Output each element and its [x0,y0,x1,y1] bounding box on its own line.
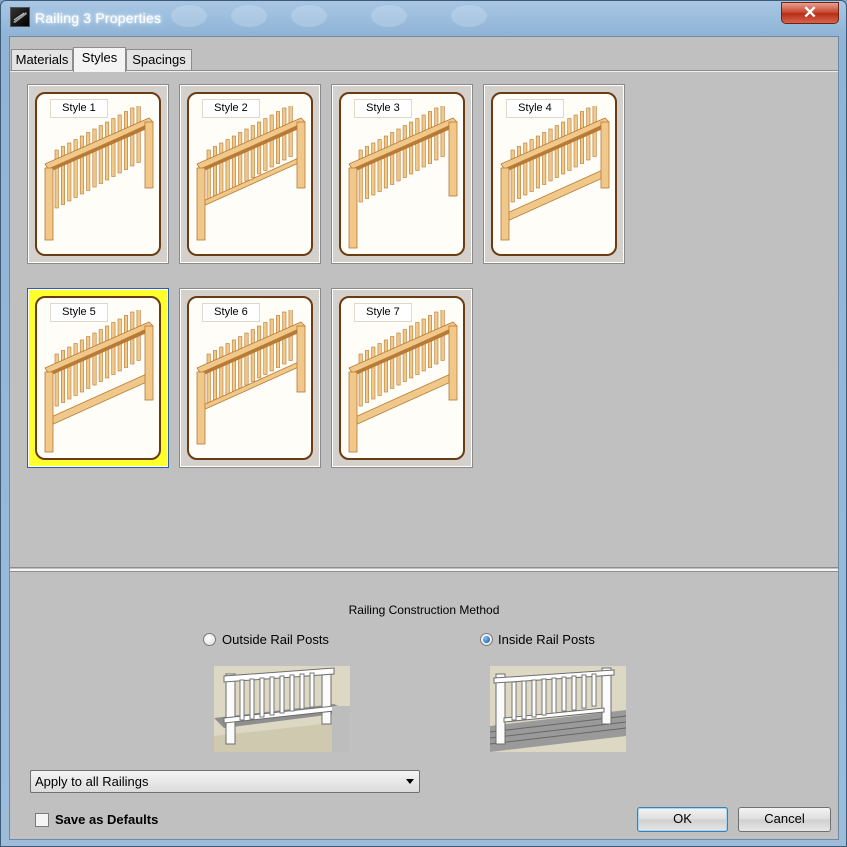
window-title: Railing 3 Properties [35,10,162,26]
style-tile-2[interactable]: Style 2 [179,84,321,264]
style-tile-3[interactable]: Style 3 [331,84,473,264]
tab-spacings[interactable]: Spacings [126,49,192,71]
style-label: Style 6 [202,303,260,322]
railing-style-illustration [196,310,306,445]
style-tile-7[interactable]: Style 7 [331,288,473,468]
dialog-client-area: Materials Styles Spacings Style 1 Style 2… [9,36,839,840]
railing-style-illustration [348,106,458,249]
style-card: Style 3 [339,92,465,256]
railing-style-illustration [44,106,154,241]
style-card: Style 6 [187,296,313,460]
style-label: Style 1 [50,99,108,118]
style-label: Style 7 [354,303,412,322]
style-tile-1[interactable]: Style 1 [27,84,169,264]
title-bar[interactable]: Railing 3 Properties ✕ [1,1,846,35]
chevron-down-icon [406,779,414,784]
outside-rail-posts-radio[interactable] [203,633,216,646]
style-label: Style 4 [506,99,564,118]
section-divider [10,567,838,568]
save-defaults-label[interactable]: Save as Defaults [55,812,158,827]
railing-style-illustration [348,310,458,453]
ok-button[interactable]: OK [637,807,728,832]
style-label: Style 3 [354,99,412,118]
inside-rail-posts-radio[interactable] [480,633,493,646]
outside-rail-posts-preview-image [214,666,350,752]
style-card: Style 7 [339,296,465,460]
style-tile-5[interactable]: Style 5 [27,288,169,468]
style-card: Style 4 [491,92,617,256]
style-tile-4[interactable]: Style 4 [483,84,625,264]
inside-rail-posts-preview-image [490,666,626,752]
app-icon [10,7,30,27]
tab-divider-highlight [10,71,838,72]
tab-materials[interactable]: Materials [11,49,73,71]
background-toolbar [161,3,501,33]
outside-rail-posts-label[interactable]: Outside Rail Posts [222,632,329,647]
railing-style-illustration [44,310,154,453]
railing-style-illustration [500,106,610,241]
construction-method-title: Railing Construction Method [348,603,500,617]
apply-to-value: Apply to all Railings [35,774,149,789]
close-button[interactable]: ✕ [781,2,839,24]
style-card: Style 1 [35,92,161,256]
style-card: Style 2 [187,92,313,256]
apply-to-dropdown[interactable]: Apply to all Railings [30,770,420,793]
style-tile-6[interactable]: Style 6 [179,288,321,468]
cancel-button[interactable]: Cancel [738,807,831,832]
section-divider-shadow [10,571,838,572]
style-card: Style 5 [35,296,161,460]
style-label: Style 5 [50,303,108,322]
tab-styles[interactable]: Styles [73,47,126,72]
save-defaults-checkbox[interactable] [35,813,49,827]
style-label: Style 2 [202,99,260,118]
dialog-window: Railing 3 Properties ✕ Materials Styles … [0,0,847,847]
railing-style-illustration [196,106,306,241]
inside-rail-posts-label[interactable]: Inside Rail Posts [498,632,595,647]
